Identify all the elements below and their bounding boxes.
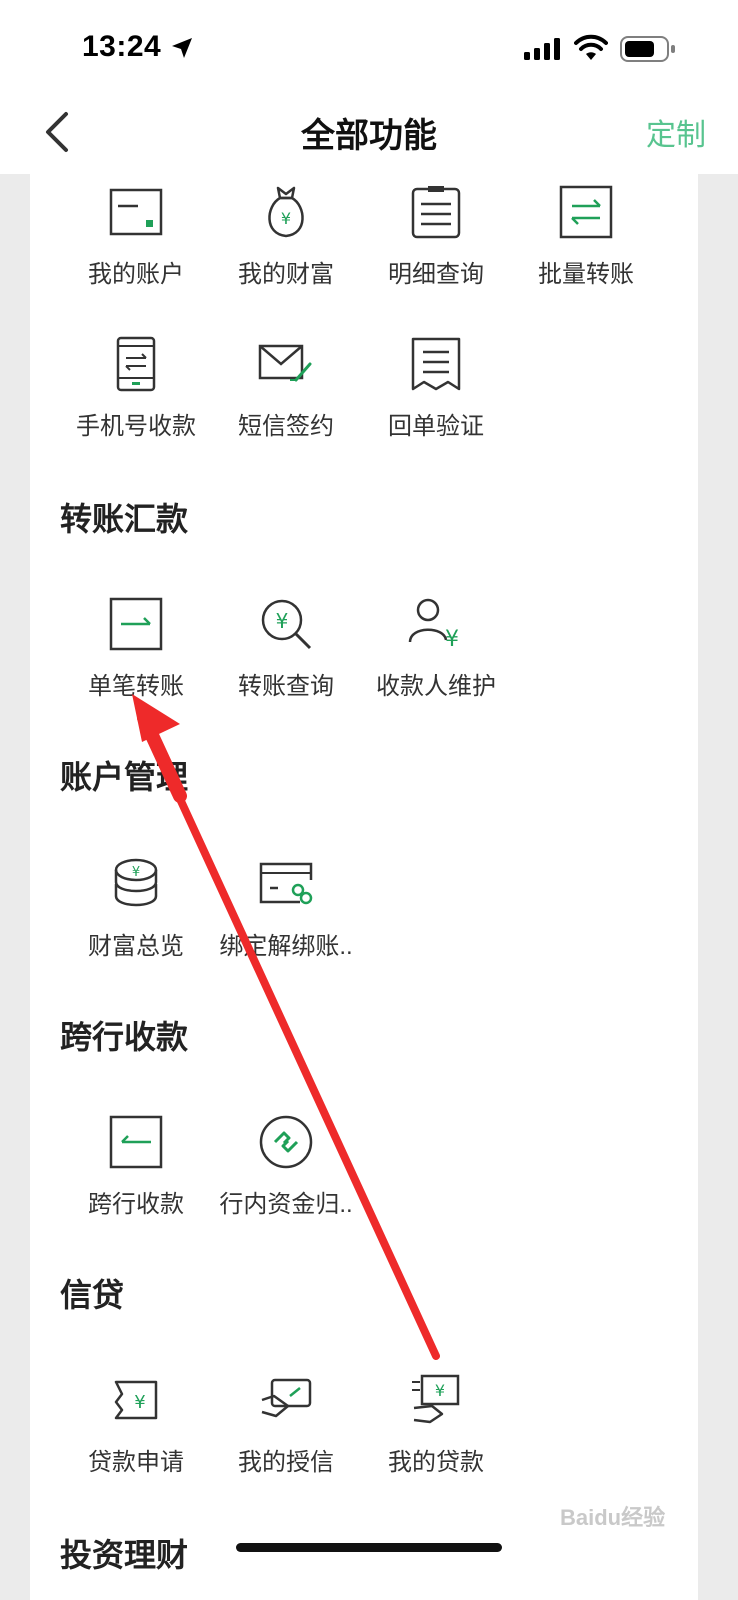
tile-label: 行内资金归.. [219, 1191, 353, 1218]
interbank-receive-icon [109, 1115, 163, 1169]
tile-my-wealth[interactable]: ¥ 我的财富 [208, 184, 358, 314]
cellular-signal-icon [524, 38, 560, 60]
tile-label: 我的贷款 [388, 1449, 484, 1476]
batch-transfer-icon [559, 185, 613, 239]
transfer-search-icon: ¥ [261, 599, 312, 650]
phone-transfer-icon [116, 336, 156, 392]
tile-label: 绑定解绑账.. [219, 933, 353, 960]
tile-interbank-receive[interactable]: 跨行收款 [58, 1114, 208, 1244]
credit-card-hand-icon [261, 1378, 312, 1418]
section-title-investment: 投资理财 [60, 1537, 189, 1573]
account-card-icon [109, 188, 163, 236]
watermark-logo: Baidu经验 [560, 1505, 666, 1530]
coin-stack-icon: ¥ [114, 858, 158, 907]
section-title-interbank: 跨行收款 [60, 1019, 189, 1055]
section-title-account-manage: 账户管理 [60, 759, 189, 795]
tile-phone-receive[interactable]: 手机号收款 [58, 336, 208, 466]
svg-text:¥: ¥ [134, 1392, 145, 1413]
tile-batch-transfer[interactable]: 批量转账 [508, 184, 658, 314]
tile-transfer-query[interactable]: ¥ 转账查询 [208, 596, 358, 726]
battery-icon [620, 36, 675, 62]
tile-my-credit[interactable]: 我的授信 [208, 1372, 358, 1502]
my-loan-icon: ¥ [412, 1374, 460, 1424]
tile-detail-query[interactable]: 明细查询 [358, 184, 508, 314]
home-indicator [236, 1543, 502, 1552]
status-time: 13:24 [82, 30, 162, 63]
section-title-transfer: 转账汇款 [60, 501, 189, 537]
sms-envelope-icon [258, 344, 312, 382]
svg-text:¥: ¥ [132, 865, 140, 880]
tile-my-account[interactable]: 我的账户 [58, 184, 208, 314]
tile-label: 批量转账 [538, 261, 634, 288]
svg-text:¥: ¥ [445, 627, 459, 652]
tile-loan-apply[interactable]: ¥ 贷款申请 [58, 1372, 208, 1502]
tile-my-loan[interactable]: ¥ 我的贷款 [358, 1372, 508, 1502]
tile-label: 回单验证 [388, 413, 484, 440]
status-bar: 13:24 [0, 0, 738, 90]
money-bag-icon: ¥ [268, 186, 304, 238]
nav-bar: 全部功能 定制 [0, 90, 738, 174]
page-title: 全部功能 [301, 117, 437, 155]
fund-collect-icon [259, 1115, 313, 1169]
tile-bind-unbind[interactable]: 绑定解绑账.. [208, 856, 358, 986]
tile-receipt-verify[interactable]: 回单验证 [358, 336, 508, 466]
svg-text:¥: ¥ [276, 609, 289, 633]
receipt-icon [411, 337, 461, 391]
tile-payee-manage[interactable]: ¥ 收款人维护 [358, 596, 508, 726]
location-arrow-icon [172, 38, 192, 58]
svg-text:¥: ¥ [281, 209, 291, 228]
tile-wealth-overview[interactable]: ¥ 财富总览 [58, 856, 208, 986]
wifi-icon [574, 34, 608, 60]
payee-icon: ¥ [408, 598, 459, 652]
loan-apply-icon: ¥ [114, 1380, 158, 1420]
tile-sms-sign[interactable]: 短信签约 [208, 336, 358, 466]
tile-label: 收款人维护 [376, 673, 496, 700]
section-title-credit: 信贷 [60, 1277, 125, 1313]
tile-single-transfer[interactable]: 单笔转账 [58, 596, 208, 726]
card-link-icon [259, 862, 313, 905]
single-transfer-icon [109, 597, 163, 651]
clipboard-list-icon [411, 186, 461, 239]
svg-text:¥: ¥ [435, 1381, 445, 1400]
tile-fund-collect[interactable]: 行内资金归.. [208, 1114, 358, 1244]
customize-button[interactable]: 定制 [646, 110, 706, 154]
function-list: 我的账户 ¥ 我的财富 明细查询 批量转账 手机号收款 短信签约 回单验证 转账… [30, 174, 698, 1600]
